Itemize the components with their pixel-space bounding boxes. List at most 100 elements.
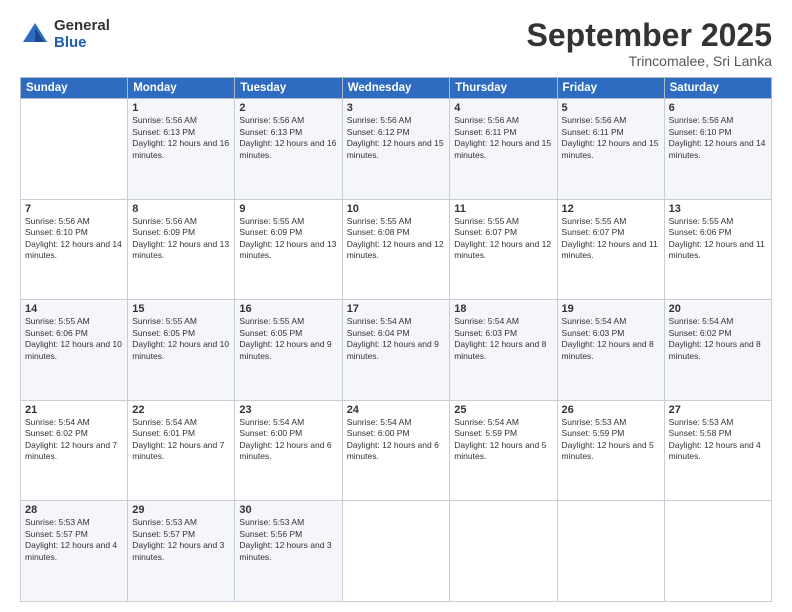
cell-text: Sunrise: 5:53 AMSunset: 5:57 PMDaylight:…	[132, 517, 224, 561]
day-number: 10	[347, 203, 446, 215]
table-row: 18 Sunrise: 5:54 AMSunset: 6:03 PMDaylig…	[450, 300, 557, 401]
table-row: 29 Sunrise: 5:53 AMSunset: 5:57 PMDaylig…	[128, 501, 235, 602]
day-number: 17	[347, 303, 446, 315]
cell-text: Sunrise: 5:55 AMSunset: 6:09 PMDaylight:…	[239, 216, 336, 260]
col-saturday: Saturday	[664, 78, 771, 99]
logo-text: General Blue	[54, 18, 110, 51]
day-number: 22	[132, 404, 230, 416]
calendar-week-row: 1 Sunrise: 5:56 AMSunset: 6:13 PMDayligh…	[21, 99, 772, 200]
day-number: 26	[562, 404, 660, 416]
cell-text: Sunrise: 5:54 AMSunset: 5:59 PMDaylight:…	[454, 417, 546, 461]
day-number: 23	[239, 404, 337, 416]
cell-text: Sunrise: 5:54 AMSunset: 6:00 PMDaylight:…	[239, 417, 331, 461]
table-row: 5 Sunrise: 5:56 AMSunset: 6:11 PMDayligh…	[557, 99, 664, 200]
table-row: 2 Sunrise: 5:56 AMSunset: 6:13 PMDayligh…	[235, 99, 342, 200]
title-block: September 2025 Trincomalee, Sri Lanka	[527, 18, 772, 69]
col-thursday: Thursday	[450, 78, 557, 99]
day-number: 14	[25, 303, 123, 315]
day-number: 5	[562, 102, 660, 114]
cell-text: Sunrise: 5:55 AMSunset: 6:07 PMDaylight:…	[454, 216, 551, 260]
day-number: 3	[347, 102, 446, 114]
table-row: 26 Sunrise: 5:53 AMSunset: 5:59 PMDaylig…	[557, 400, 664, 501]
day-number: 4	[454, 102, 552, 114]
day-number: 16	[239, 303, 337, 315]
cell-text: Sunrise: 5:55 AMSunset: 6:05 PMDaylight:…	[239, 316, 331, 360]
table-row	[21, 99, 128, 200]
col-tuesday: Tuesday	[235, 78, 342, 99]
day-number: 1	[132, 102, 230, 114]
day-number: 29	[132, 504, 230, 516]
table-row: 13 Sunrise: 5:55 AMSunset: 6:06 PMDaylig…	[664, 199, 771, 300]
table-row: 25 Sunrise: 5:54 AMSunset: 5:59 PMDaylig…	[450, 400, 557, 501]
day-number: 18	[454, 303, 552, 315]
cell-text: Sunrise: 5:55 AMSunset: 6:07 PMDaylight:…	[562, 216, 658, 260]
table-row	[450, 501, 557, 602]
cell-text: Sunrise: 5:56 AMSunset: 6:11 PMDaylight:…	[562, 115, 659, 159]
day-number: 27	[669, 404, 767, 416]
cell-text: Sunrise: 5:56 AMSunset: 6:10 PMDaylight:…	[669, 115, 766, 159]
table-row	[664, 501, 771, 602]
col-friday: Friday	[557, 78, 664, 99]
table-row: 1 Sunrise: 5:56 AMSunset: 6:13 PMDayligh…	[128, 99, 235, 200]
cell-text: Sunrise: 5:56 AMSunset: 6:12 PMDaylight:…	[347, 115, 444, 159]
day-number: 7	[25, 203, 123, 215]
day-number: 24	[347, 404, 446, 416]
location-subtitle: Trincomalee, Sri Lanka	[527, 53, 772, 69]
table-row: 21 Sunrise: 5:54 AMSunset: 6:02 PMDaylig…	[21, 400, 128, 501]
table-row: 30 Sunrise: 5:53 AMSunset: 5:56 PMDaylig…	[235, 501, 342, 602]
table-row: 22 Sunrise: 5:54 AMSunset: 6:01 PMDaylig…	[128, 400, 235, 501]
table-row: 23 Sunrise: 5:54 AMSunset: 6:00 PMDaylig…	[235, 400, 342, 501]
cell-text: Sunrise: 5:56 AMSunset: 6:10 PMDaylight:…	[25, 216, 122, 260]
cell-text: Sunrise: 5:55 AMSunset: 6:06 PMDaylight:…	[669, 216, 765, 260]
logo-icon	[20, 20, 50, 50]
cell-text: Sunrise: 5:53 AMSunset: 5:59 PMDaylight:…	[562, 417, 654, 461]
cell-text: Sunrise: 5:54 AMSunset: 6:02 PMDaylight:…	[25, 417, 117, 461]
cell-text: Sunrise: 5:56 AMSunset: 6:09 PMDaylight:…	[132, 216, 229, 260]
day-number: 8	[132, 203, 230, 215]
table-row: 17 Sunrise: 5:54 AMSunset: 6:04 PMDaylig…	[342, 300, 450, 401]
cell-text: Sunrise: 5:54 AMSunset: 6:02 PMDaylight:…	[669, 316, 761, 360]
cell-text: Sunrise: 5:55 AMSunset: 6:05 PMDaylight:…	[132, 316, 229, 360]
cell-text: Sunrise: 5:54 AMSunset: 6:01 PMDaylight:…	[132, 417, 224, 461]
cell-text: Sunrise: 5:56 AMSunset: 6:11 PMDaylight:…	[454, 115, 551, 159]
table-row: 12 Sunrise: 5:55 AMSunset: 6:07 PMDaylig…	[557, 199, 664, 300]
cell-text: Sunrise: 5:53 AMSunset: 5:57 PMDaylight:…	[25, 517, 117, 561]
day-number: 15	[132, 303, 230, 315]
day-number: 13	[669, 203, 767, 215]
day-number: 21	[25, 404, 123, 416]
table-row: 11 Sunrise: 5:55 AMSunset: 6:07 PMDaylig…	[450, 199, 557, 300]
col-wednesday: Wednesday	[342, 78, 450, 99]
calendar-week-row: 14 Sunrise: 5:55 AMSunset: 6:06 PMDaylig…	[21, 300, 772, 401]
table-row: 24 Sunrise: 5:54 AMSunset: 6:00 PMDaylig…	[342, 400, 450, 501]
table-row: 14 Sunrise: 5:55 AMSunset: 6:06 PMDaylig…	[21, 300, 128, 401]
table-row	[342, 501, 450, 602]
day-number: 11	[454, 203, 552, 215]
table-row: 19 Sunrise: 5:54 AMSunset: 6:03 PMDaylig…	[557, 300, 664, 401]
day-number: 12	[562, 203, 660, 215]
table-row	[557, 501, 664, 602]
table-row: 27 Sunrise: 5:53 AMSunset: 5:58 PMDaylig…	[664, 400, 771, 501]
table-row: 15 Sunrise: 5:55 AMSunset: 6:05 PMDaylig…	[128, 300, 235, 401]
calendar-week-row: 28 Sunrise: 5:53 AMSunset: 5:57 PMDaylig…	[21, 501, 772, 602]
cell-text: Sunrise: 5:54 AMSunset: 6:03 PMDaylight:…	[454, 316, 546, 360]
day-number: 30	[239, 504, 337, 516]
table-row: 20 Sunrise: 5:54 AMSunset: 6:02 PMDaylig…	[664, 300, 771, 401]
cell-text: Sunrise: 5:56 AMSunset: 6:13 PMDaylight:…	[239, 115, 336, 159]
header: General Blue September 2025 Trincomalee,…	[20, 18, 772, 69]
logo-blue: Blue	[54, 35, 110, 52]
cell-text: Sunrise: 5:55 AMSunset: 6:06 PMDaylight:…	[25, 316, 122, 360]
table-row: 16 Sunrise: 5:55 AMSunset: 6:05 PMDaylig…	[235, 300, 342, 401]
calendar-table: Sunday Monday Tuesday Wednesday Thursday…	[20, 77, 772, 602]
logo-general: General	[54, 18, 110, 35]
cell-text: Sunrise: 5:54 AMSunset: 6:00 PMDaylight:…	[347, 417, 439, 461]
day-number: 25	[454, 404, 552, 416]
cell-text: Sunrise: 5:54 AMSunset: 6:04 PMDaylight:…	[347, 316, 439, 360]
table-row: 3 Sunrise: 5:56 AMSunset: 6:12 PMDayligh…	[342, 99, 450, 200]
month-title: September 2025	[527, 18, 772, 53]
table-row: 10 Sunrise: 5:55 AMSunset: 6:08 PMDaylig…	[342, 199, 450, 300]
table-row: 8 Sunrise: 5:56 AMSunset: 6:09 PMDayligh…	[128, 199, 235, 300]
table-row: 28 Sunrise: 5:53 AMSunset: 5:57 PMDaylig…	[21, 501, 128, 602]
day-number: 28	[25, 504, 123, 516]
table-row: 6 Sunrise: 5:56 AMSunset: 6:10 PMDayligh…	[664, 99, 771, 200]
page: General Blue September 2025 Trincomalee,…	[0, 0, 792, 612]
